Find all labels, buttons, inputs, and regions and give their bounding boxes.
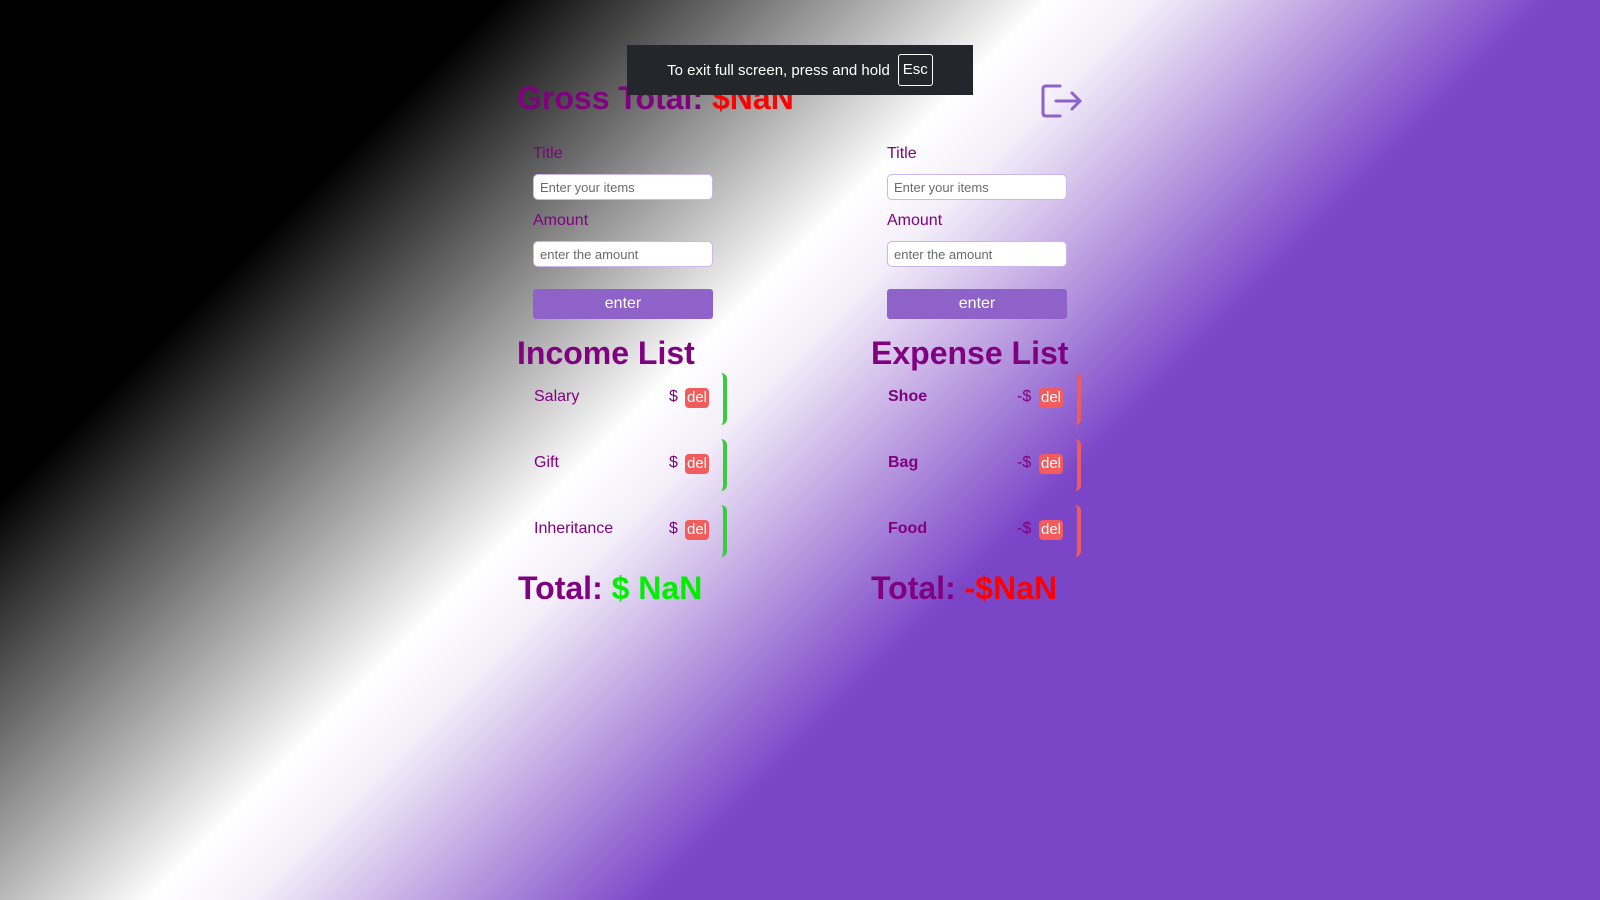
- income-item-currency: $: [669, 454, 678, 471]
- expense-item-bar: [1075, 439, 1081, 491]
- income-form: Title Amount enter: [533, 145, 715, 319]
- income-item-name: Inheritance: [534, 520, 614, 537]
- expense-title-input[interactable]: [887, 174, 1067, 200]
- expense-item-bar: [1075, 505, 1081, 557]
- expense-item-currency: -$: [1017, 520, 1032, 537]
- esc-key-badge: Esc: [897, 54, 933, 86]
- fullscreen-banner-text: To exit full screen, press and hold: [667, 61, 890, 79]
- expense-item-name: Shoe: [888, 388, 928, 405]
- income-item-name: Salary: [534, 388, 580, 405]
- expense-total-label: Total:: [871, 570, 956, 606]
- income-item-currency: $: [669, 520, 678, 537]
- income-title-input[interactable]: [533, 174, 713, 200]
- income-item-bar: [721, 373, 727, 425]
- income-item-delete-button[interactable]: del: [685, 520, 710, 540]
- income-total-label: Total:: [518, 570, 603, 606]
- expense-total: Total: -$NaN: [871, 570, 1057, 607]
- income-item-delete-button[interactable]: del: [685, 388, 710, 408]
- expense-amount-label: Amount: [887, 212, 943, 229]
- income-item-bar: [721, 505, 727, 557]
- income-amount-input[interactable]: [533, 241, 713, 267]
- expense-item-delete-button[interactable]: del: [1039, 520, 1064, 540]
- expense-item-currency: -$: [1017, 454, 1032, 471]
- fullscreen-exit-banner: To exit full screen, press and hold Esc: [627, 45, 973, 95]
- income-list-title: Income List: [517, 335, 695, 371]
- income-list-item: Salary $ del: [533, 373, 733, 425]
- logout-icon[interactable]: [1040, 82, 1084, 120]
- expense-total-value: -$NaN: [964, 570, 1058, 606]
- expense-form: Title Amount enter: [887, 145, 1069, 319]
- income-item-name: Gift: [534, 454, 559, 471]
- income-list-item: Inheritance $ del: [533, 505, 733, 557]
- income-title-label: Title: [533, 145, 563, 162]
- expense-item-delete-button[interactable]: del: [1039, 388, 1064, 408]
- expense-list-item: Shoe -$ del: [887, 373, 1087, 425]
- expense-title-label: Title: [887, 145, 917, 162]
- income-item-bar: [721, 439, 727, 491]
- income-total: Total: $ NaN: [518, 570, 702, 607]
- income-item-delete-button[interactable]: del: [685, 454, 710, 474]
- expense-amount-input[interactable]: [887, 241, 1067, 267]
- expense-item-name: Bag: [888, 454, 919, 471]
- income-enter-button[interactable]: enter: [533, 289, 713, 319]
- expense-list-item: Bag -$ del: [887, 439, 1087, 491]
- budget-app: Gross Total: $NaN Title Amount enter Tit…: [0, 0, 1600, 900]
- income-list-item: Gift $ del: [533, 439, 733, 491]
- expense-item-bar: [1075, 373, 1081, 425]
- expense-item-currency: -$: [1017, 388, 1032, 405]
- income-item-currency: $: [669, 388, 678, 405]
- expense-list-item: Food -$ del: [887, 505, 1087, 557]
- expense-item-delete-button[interactable]: del: [1039, 454, 1064, 474]
- expense-item-name: Food: [888, 520, 928, 537]
- income-amount-label: Amount: [533, 212, 589, 229]
- expense-list-title: Expense List: [871, 335, 1069, 371]
- expense-enter-button[interactable]: enter: [887, 289, 1067, 319]
- income-total-value: $ NaN: [611, 570, 703, 606]
